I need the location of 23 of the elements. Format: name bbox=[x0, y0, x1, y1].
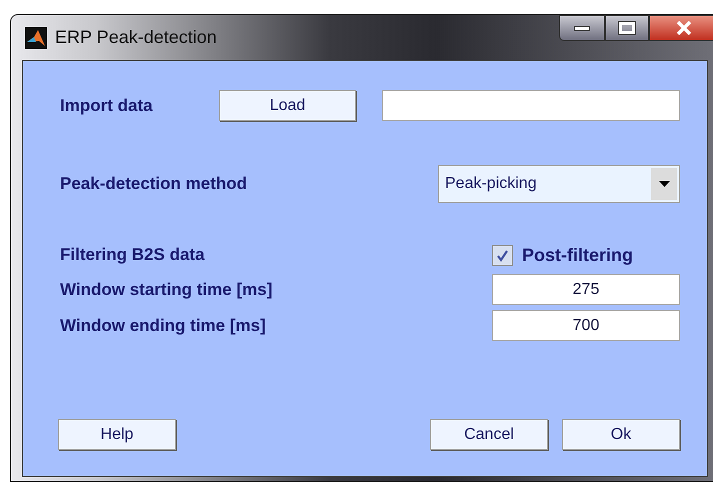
time-input-field[interactable]: 700 bbox=[492, 310, 680, 341]
checkbox-label: Post-filtering bbox=[522, 244, 633, 267]
cancel-button[interactable]: Cancel bbox=[430, 419, 548, 450]
help-button[interactable]: Help bbox=[58, 419, 176, 450]
file-path-field[interactable] bbox=[382, 90, 680, 121]
checkmark-icon bbox=[496, 248, 509, 262]
load-button[interactable]: Load bbox=[219, 90, 356, 121]
dropdown-arrow-icon bbox=[658, 181, 670, 187]
field-label: Window starting time [ms] bbox=[60, 278, 274, 301]
field-label: Window ending time [ms] bbox=[60, 314, 267, 337]
field-label: Import data bbox=[60, 94, 154, 117]
minimize-button[interactable] bbox=[559, 15, 605, 41]
field-label: Peak-detection method bbox=[60, 173, 248, 196]
close-button[interactable] bbox=[649, 15, 713, 41]
post-filtering-checkbox[interactable] bbox=[492, 244, 513, 266]
close-icon bbox=[676, 21, 692, 35]
ok-button[interactable]: Ok bbox=[562, 419, 680, 450]
app-logo-icon bbox=[25, 26, 47, 48]
method-dropdown[interactable]: Peak-picking bbox=[438, 165, 680, 203]
window-title: ERP Peak-detection bbox=[55, 26, 217, 49]
maximize-button[interactable] bbox=[605, 15, 649, 41]
time-input-field[interactable]: 275 bbox=[492, 274, 680, 305]
field-label: Filtering B2S data bbox=[60, 244, 206, 266]
